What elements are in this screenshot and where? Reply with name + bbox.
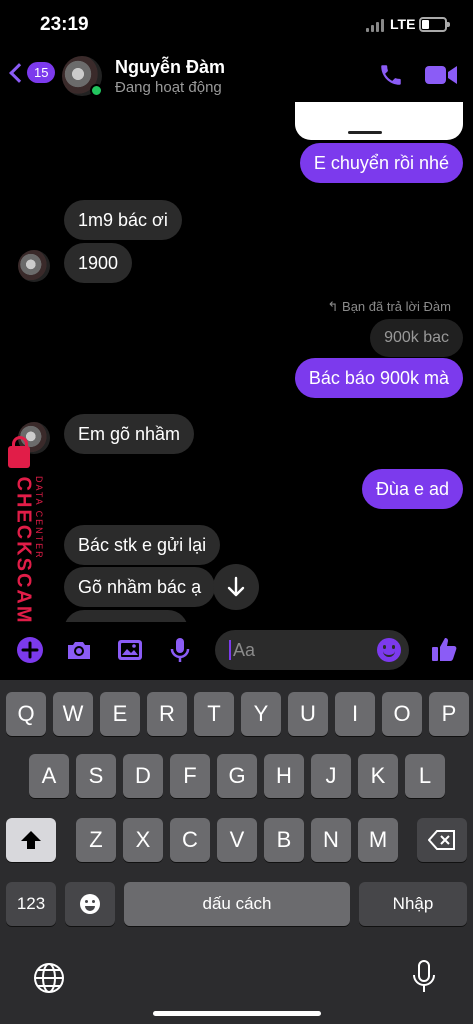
network-label: LTE — [390, 16, 416, 32]
key-f[interactable]: F — [170, 754, 210, 798]
key-k[interactable]: K — [358, 754, 398, 798]
key-n[interactable]: N — [311, 818, 351, 862]
status-bar: 23:19 LTE — [0, 0, 473, 50]
key-j[interactable]: J — [311, 754, 351, 798]
sender-avatar[interactable] — [18, 250, 50, 282]
home-indicator — [153, 1011, 321, 1016]
key-v[interactable]: V — [217, 818, 257, 862]
emoji-key[interactable] — [65, 882, 115, 926]
status-time: 23:19 — [40, 14, 89, 35]
emoji-icon — [80, 894, 100, 914]
battery-icon — [419, 17, 450, 32]
key-l[interactable]: L — [405, 754, 445, 798]
key-z[interactable]: Z — [76, 818, 116, 862]
dictation-icon[interactable] — [412, 960, 436, 994]
backspace-icon — [427, 830, 455, 850]
key-b[interactable]: B — [264, 818, 304, 862]
key-h[interactable]: H — [264, 754, 304, 798]
back-button[interactable]: 15 — [9, 62, 56, 83]
message-outgoing[interactable]: Bác báo 900k mà — [294, 358, 463, 398]
delete-key[interactable] — [417, 818, 467, 862]
shift-key[interactable] — [6, 818, 56, 862]
video-call-icon[interactable] — [425, 64, 457, 86]
key-p[interactable]: P — [429, 692, 469, 736]
text-caret — [229, 640, 231, 660]
globe-icon[interactable] — [33, 962, 65, 994]
lock-icon — [8, 436, 30, 468]
plus-icon[interactable] — [16, 636, 44, 664]
key-u[interactable]: U — [288, 692, 328, 736]
numbers-key[interactable]: 123 — [6, 882, 56, 926]
reply-arrow-icon: ↰ — [327, 299, 343, 314]
contact-status: Đang hoạt động — [115, 79, 222, 96]
gallery-icon[interactable] — [116, 636, 144, 664]
signal-icon — [366, 18, 386, 32]
space-key[interactable]: dấu cách — [124, 882, 350, 926]
watermark: DATA CENTER CHECKSCAM.VN — [4, 436, 54, 664]
watermark-sub: DATA CENTER — [34, 476, 44, 560]
unread-count-badge: 15 — [27, 62, 56, 83]
message-incoming[interactable] — [64, 610, 188, 622]
key-m[interactable]: M — [358, 818, 398, 862]
microphone-icon[interactable] — [166, 636, 194, 664]
camera-icon[interactable] — [65, 636, 93, 664]
key-s[interactable]: S — [76, 754, 116, 798]
online-indicator — [90, 84, 103, 97]
key-w[interactable]: W — [53, 692, 93, 736]
reply-note-label: Bạn đã trả lời Đàm — [342, 299, 451, 314]
chat-header: 15 Nguyễn Đàm Đang hoạt động — [0, 50, 473, 102]
message-incoming[interactable]: 1900 — [64, 243, 133, 283]
quoted-message[interactable]: 900k bac — [370, 319, 463, 357]
image-attachment[interactable] — [295, 102, 463, 140]
contact-name[interactable]: Nguyễn Đàm — [115, 57, 225, 78]
like-icon[interactable] — [429, 634, 459, 664]
message-input[interactable]: Aa — [215, 630, 409, 670]
key-t[interactable]: T — [194, 692, 234, 736]
arrow-down-icon — [227, 576, 245, 597]
message-list[interactable]: E chuyển rồi nhé 1m9 bác ơi 1900 ↰ Bạn đ… — [0, 102, 473, 622]
composer: Aa — [0, 622, 473, 680]
message-incoming[interactable]: Gõ nhầm bác ạ — [64, 567, 216, 607]
key-d[interactable]: D — [123, 754, 163, 798]
chevron-left-icon — [9, 62, 29, 83]
key-r[interactable]: R — [147, 692, 187, 736]
key-y[interactable]: Y — [241, 692, 281, 736]
message-incoming[interactable]: Em gõ nhầm — [64, 414, 195, 454]
key-g[interactable]: G — [217, 754, 257, 798]
keyboard: QWERTYUIOP ASDFGHJKL ZXCVBNM 123 dấu các… — [0, 680, 473, 1024]
message-outgoing[interactable]: E chuyển rồi nhé — [299, 143, 463, 183]
reply-note: ↰ Bạn đã trả lời Đàm — [328, 299, 451, 315]
emoji-icon[interactable] — [377, 638, 401, 662]
shift-icon — [21, 831, 41, 849]
key-c[interactable]: C — [170, 818, 210, 862]
return-key[interactable]: Nhập — [359, 882, 467, 926]
message-incoming[interactable]: 1m9 bác ơi — [64, 200, 182, 240]
key-o[interactable]: O — [382, 692, 422, 736]
key-x[interactable]: X — [123, 818, 163, 862]
key-a[interactable]: A — [29, 754, 69, 798]
key-i[interactable]: I — [335, 692, 375, 736]
message-input-placeholder: Aa — [233, 640, 256, 660]
phone-icon[interactable] — [378, 62, 404, 88]
scroll-down-button[interactable] — [213, 564, 259, 610]
key-e[interactable]: E — [100, 692, 140, 736]
key-q[interactable]: Q — [6, 692, 46, 736]
message-outgoing[interactable]: Đùa e ad — [361, 469, 463, 509]
message-incoming[interactable]: Bác stk e gửi lại — [64, 525, 221, 565]
